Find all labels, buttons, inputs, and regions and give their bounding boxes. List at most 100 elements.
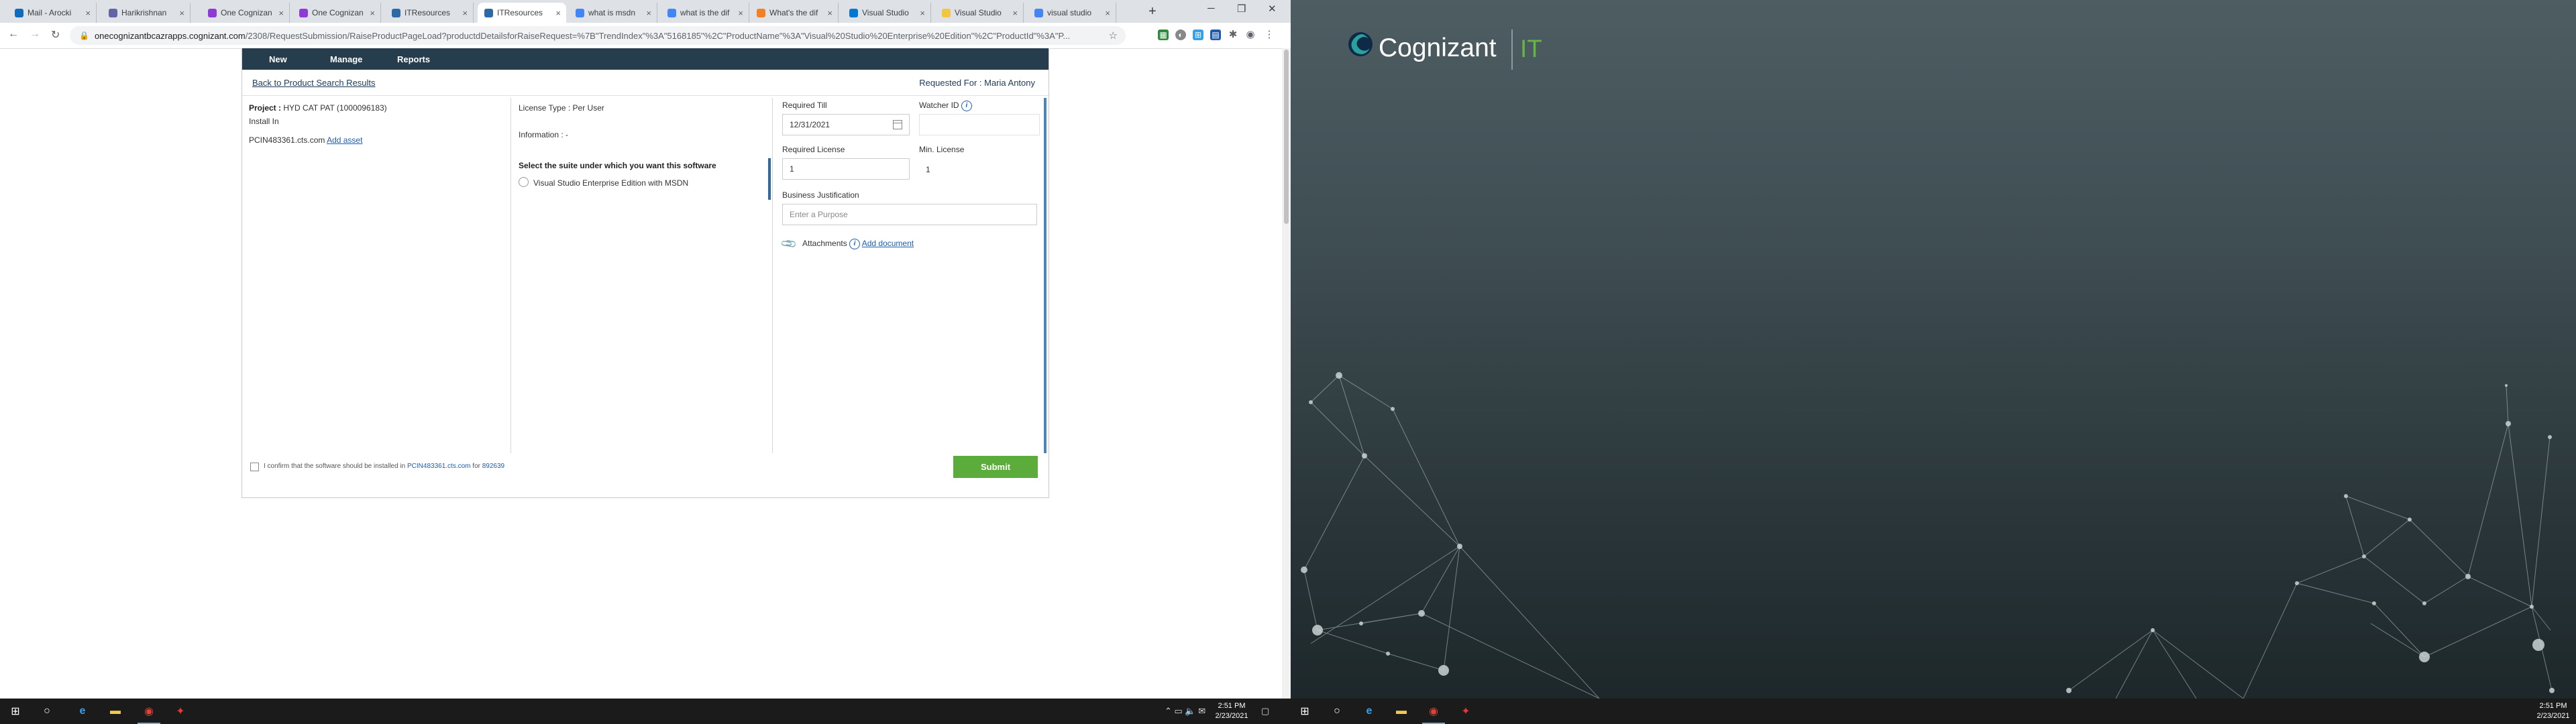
cortana-search-icon[interactable]: ○ [40, 704, 54, 719]
reload-icon[interactable]: ↻ [51, 28, 60, 42]
top-navigation: New Manage Reports [242, 48, 1049, 70]
calendar-icon[interactable] [893, 120, 902, 129]
browser-tab[interactable]: One Cognizan × [201, 3, 290, 23]
tab-favicon-icon [484, 8, 493, 17]
tab-title: ITResources [497, 8, 543, 17]
forward-icon[interactable]: → [30, 28, 40, 40]
lock-icon: 🔒 [79, 31, 89, 40]
suite-option-label[interactable]: Visual Studio Enterprise Edition with MS… [533, 178, 688, 188]
back-icon[interactable]: ← [8, 28, 19, 40]
browser-tab[interactable]: what is msdn × [569, 3, 657, 23]
nav-manage[interactable]: Manage [330, 54, 362, 64]
page-scrollbar[interactable] [1282, 48, 1291, 699]
attachments: Attachments i Add document [802, 239, 914, 249]
add-document-link[interactable]: Add document [862, 239, 914, 248]
add-asset-link[interactable]: Add asset [327, 135, 362, 145]
extension-blue-icon[interactable]: ▤ [1210, 29, 1221, 40]
tab-close-icon[interactable]: × [920, 8, 925, 18]
tab-close-icon[interactable]: × [1012, 8, 1018, 18]
edge-icon[interactable]: e [1362, 704, 1377, 719]
required-till-field[interactable]: 12/31/2021 [782, 114, 910, 135]
bookmark-star-icon[interactable]: ☆ [1109, 29, 1118, 42]
info-icon[interactable]: i [849, 239, 861, 249]
browser-menu-icon[interactable]: ⋮ [1264, 29, 1275, 40]
edge-icon[interactable]: e [75, 704, 90, 719]
install-in-label: Install In [249, 117, 279, 126]
purpose-input[interactable]: Enter a Purpose [782, 204, 1037, 225]
extension-windows-icon[interactable]: ⊞ [1193, 29, 1203, 40]
extensions-puzzle-icon[interactable]: ✱ [1228, 29, 1238, 40]
taskbar-primary: ⊞ ○ e ▬ ◉ ✦ ⌃ ▭ 🔈 ✉ 2:51 PM 2/23/2021 ▢ [0, 699, 1291, 724]
network-wallpaper [1301, 372, 2555, 699]
info-icon[interactable]: i [961, 101, 972, 111]
cognizant-wordmark: Cognizant [1379, 34, 1497, 62]
tab-close-icon[interactable]: × [555, 8, 561, 18]
tab-favicon-icon [576, 8, 584, 17]
minimize-icon[interactable]: ─ [1208, 3, 1215, 14]
tab-close-icon[interactable]: × [1105, 8, 1110, 18]
tab-close-icon[interactable]: × [462, 8, 468, 18]
tab-close-icon[interactable]: × [85, 8, 91, 18]
browser-tab[interactable]: Visual Studio × [935, 3, 1024, 23]
required-till-label: Required Till [782, 101, 827, 110]
min-license-label: Min. License [919, 145, 965, 154]
suite-radio[interactable] [519, 177, 529, 187]
cortana-search-icon[interactable]: ○ [1330, 704, 1344, 719]
tab-close-icon[interactable]: × [370, 8, 375, 18]
suite-list-scrollbar[interactable] [768, 158, 771, 200]
close-window-icon[interactable]: ✕ [1268, 3, 1277, 15]
extension-sheets-icon[interactable]: ▦ [1158, 29, 1169, 40]
extension-circle-icon[interactable]: ◐ [1175, 29, 1186, 40]
browser-tab[interactable]: What's the dif × [750, 3, 839, 23]
maximize-icon[interactable]: ❐ [1237, 3, 1246, 15]
browser-tab[interactable]: Visual Studio × [843, 3, 931, 23]
it-wordmark: IT [1520, 35, 1542, 62]
browser-tab[interactable]: Harikrishnan × [102, 3, 191, 23]
browser-tab[interactable]: what is the dif × [661, 3, 749, 23]
confirm-checkbox[interactable] [250, 463, 259, 471]
sub-header: Back to Product Search Results Requested… [242, 70, 1049, 96]
nav-reports[interactable]: Reports [397, 54, 430, 64]
back-to-search-link[interactable]: Back to Product Search Results [252, 78, 376, 88]
address-bar[interactable]: 🔒 onecognizantbcazrapps.cognizant.com/23… [70, 26, 1126, 45]
tab-title: what is msdn [588, 8, 636, 17]
browser-tab[interactable]: ITResources × [478, 3, 566, 23]
tab-close-icon[interactable]: × [827, 8, 833, 18]
nav-new[interactable]: New [269, 54, 287, 64]
chrome-icon[interactable]: ◉ [138, 704, 160, 724]
taskbar-clock[interactable]: 2:51 PM 2/23/2021 [1212, 701, 1252, 721]
start-windows-icon[interactable]: ⊞ [8, 704, 23, 719]
browser-tab[interactable]: ITResources × [385, 3, 474, 23]
profile-avatar-icon[interactable]: ◉ [1245, 29, 1256, 40]
tab-title: What's the dif [769, 8, 818, 17]
tab-title: ITResources [405, 8, 451, 17]
browser-tab[interactable]: Mail - Arocki × [8, 3, 97, 23]
form-footer: I confirm that the software should be in… [242, 453, 1049, 480]
browser-tab[interactable]: visual studio × [1028, 3, 1116, 23]
taskbar-clock[interactable]: 2:51 PM 2/23/2021 [2533, 701, 2573, 721]
tab-close-icon[interactable]: × [278, 8, 284, 18]
watcher-id-field[interactable] [919, 114, 1040, 135]
acrobat-icon[interactable]: ✦ [173, 704, 188, 719]
submit-button[interactable]: Submit [953, 456, 1038, 478]
project-column: Project : HYD CAT PAT (1000096183) Insta… [242, 98, 511, 453]
tray-icons[interactable]: ⌃ ▭ 🔈 ✉ [1165, 706, 1205, 717]
tab-close-icon[interactable]: × [738, 8, 743, 18]
tab-favicon-icon [1034, 8, 1043, 17]
required-license-field[interactable]: 1 [782, 158, 910, 180]
acrobat-icon[interactable]: ✦ [1458, 704, 1473, 719]
tab-title: Visual Studio [955, 8, 1002, 17]
browser-tab[interactable]: One Cognizan × [292, 3, 381, 23]
tab-close-icon[interactable]: × [179, 8, 184, 18]
tab-favicon-icon [667, 8, 676, 17]
file-explorer-icon[interactable]: ▬ [1394, 704, 1409, 719]
chrome-icon[interactable]: ◉ [1422, 704, 1445, 724]
new-tab-button[interactable]: + [1148, 4, 1157, 19]
notification-icon[interactable]: ▢ [1261, 706, 1269, 717]
scrollbar-thumb[interactable] [1284, 50, 1289, 224]
start-windows-icon[interactable]: ⊞ [1297, 704, 1312, 719]
tab-favicon-icon [392, 8, 400, 17]
file-explorer-icon[interactable]: ▬ [108, 704, 123, 719]
tab-favicon-icon [849, 8, 858, 17]
tab-close-icon[interactable]: × [646, 8, 651, 18]
